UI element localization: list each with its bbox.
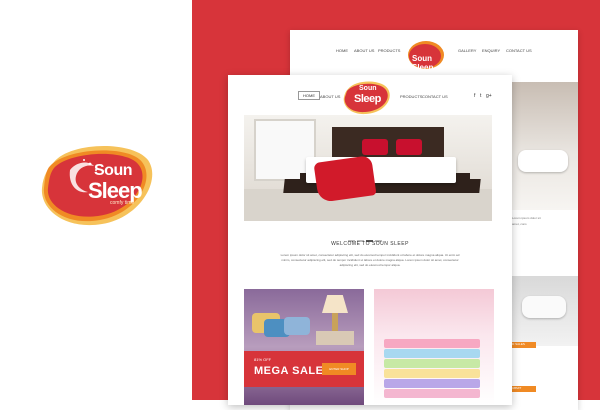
back-pillow-image — [510, 276, 578, 346]
sale-banner: 81% OFF MEGA SALE ENTER SHOP — [244, 351, 364, 387]
back-side-text-1: Lorem ipsum dolor sit — [512, 216, 541, 220]
sale-headline: MEGA SALE — [254, 365, 324, 377]
brand-logo: Soun Sleep comfy time — [40, 140, 155, 230]
hero-slider-image — [244, 115, 492, 221]
enter-shop-button[interactable]: ENTER SHOP — [322, 363, 356, 375]
nav-home[interactable]: HOME — [298, 91, 320, 100]
pillow-shape — [518, 150, 568, 172]
sale-discount: 81% OFF — [254, 357, 272, 362]
back-nav-contact[interactable]: CONTACT US — [506, 48, 532, 53]
front-logo-soun: Soun — [359, 85, 377, 92]
google-plus-icon[interactable]: g+ — [486, 93, 492, 99]
welcome-heading: WELCOME TO SOUN SLEEP — [331, 241, 409, 247]
left-panel: Soun Sleep comfy time — [0, 0, 192, 400]
front-logo-sleep: Sleep — [354, 93, 381, 105]
back-side-orange-1: ND SALES — [510, 342, 536, 348]
promo-tile-sale[interactable]: 81% OFF MEGA SALE ENTER SHOP — [244, 289, 364, 405]
welcome-paragraph: Lorem ipsum dolor sit amet, consectetur … — [280, 253, 460, 267]
back-logo: Soun Sleep — [406, 38, 446, 72]
back-bed-image — [510, 82, 578, 210]
twitter-icon[interactable]: t — [480, 93, 481, 99]
front-logo[interactable]: Soun Sleep — [342, 79, 392, 115]
back-nav-home[interactable]: HOME — [336, 48, 348, 53]
nav-products[interactable]: PRODUCTS — [400, 94, 422, 99]
nav-contact[interactable]: CONTACT US — [422, 94, 448, 99]
pillow-shape — [522, 296, 566, 318]
back-logo-text: Soun Sleep — [412, 54, 434, 72]
nav-about[interactable]: ABOUT US — [320, 94, 340, 99]
back-side-text-2: amet, cons — [512, 222, 527, 226]
back-nav-products[interactable]: PRODUCTS — [378, 48, 400, 53]
logo-tagline: comfy time — [110, 200, 135, 206]
facebook-icon[interactable]: f — [474, 93, 475, 99]
promo-tile-linens[interactable] — [374, 289, 494, 405]
front-page-mockup: HOME ABOUT US PRODUCTS CONTACT US f t g+… — [228, 75, 512, 405]
back-nav-about[interactable]: ABOUT US — [354, 48, 374, 53]
back-nav-gallery[interactable]: GALLERY — [458, 48, 476, 53]
back-side-orange-2[interactable]: SUBMIT — [510, 386, 536, 392]
back-nav-enquiry[interactable]: ENQUIRY — [482, 48, 500, 53]
